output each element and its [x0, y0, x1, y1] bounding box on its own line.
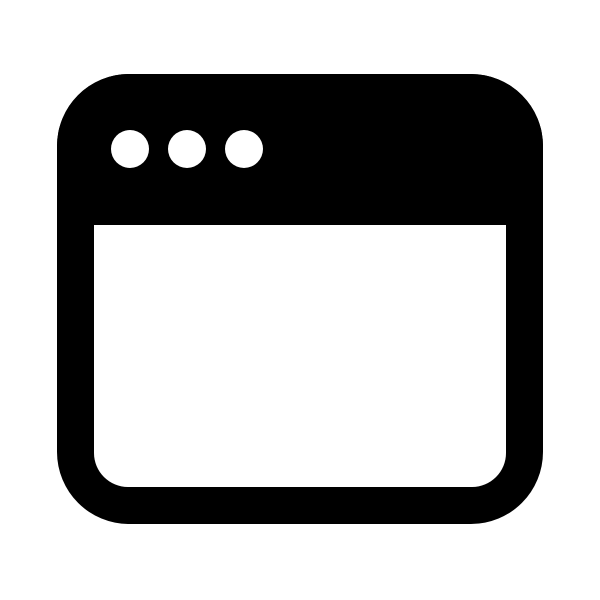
window-content-area [94, 225, 506, 487]
window-control-dot [111, 130, 149, 168]
window-control-dot [168, 130, 206, 168]
window-control-dot [225, 130, 263, 168]
browser-window-icon [57, 74, 543, 524]
icon-canvas [0, 0, 600, 600]
